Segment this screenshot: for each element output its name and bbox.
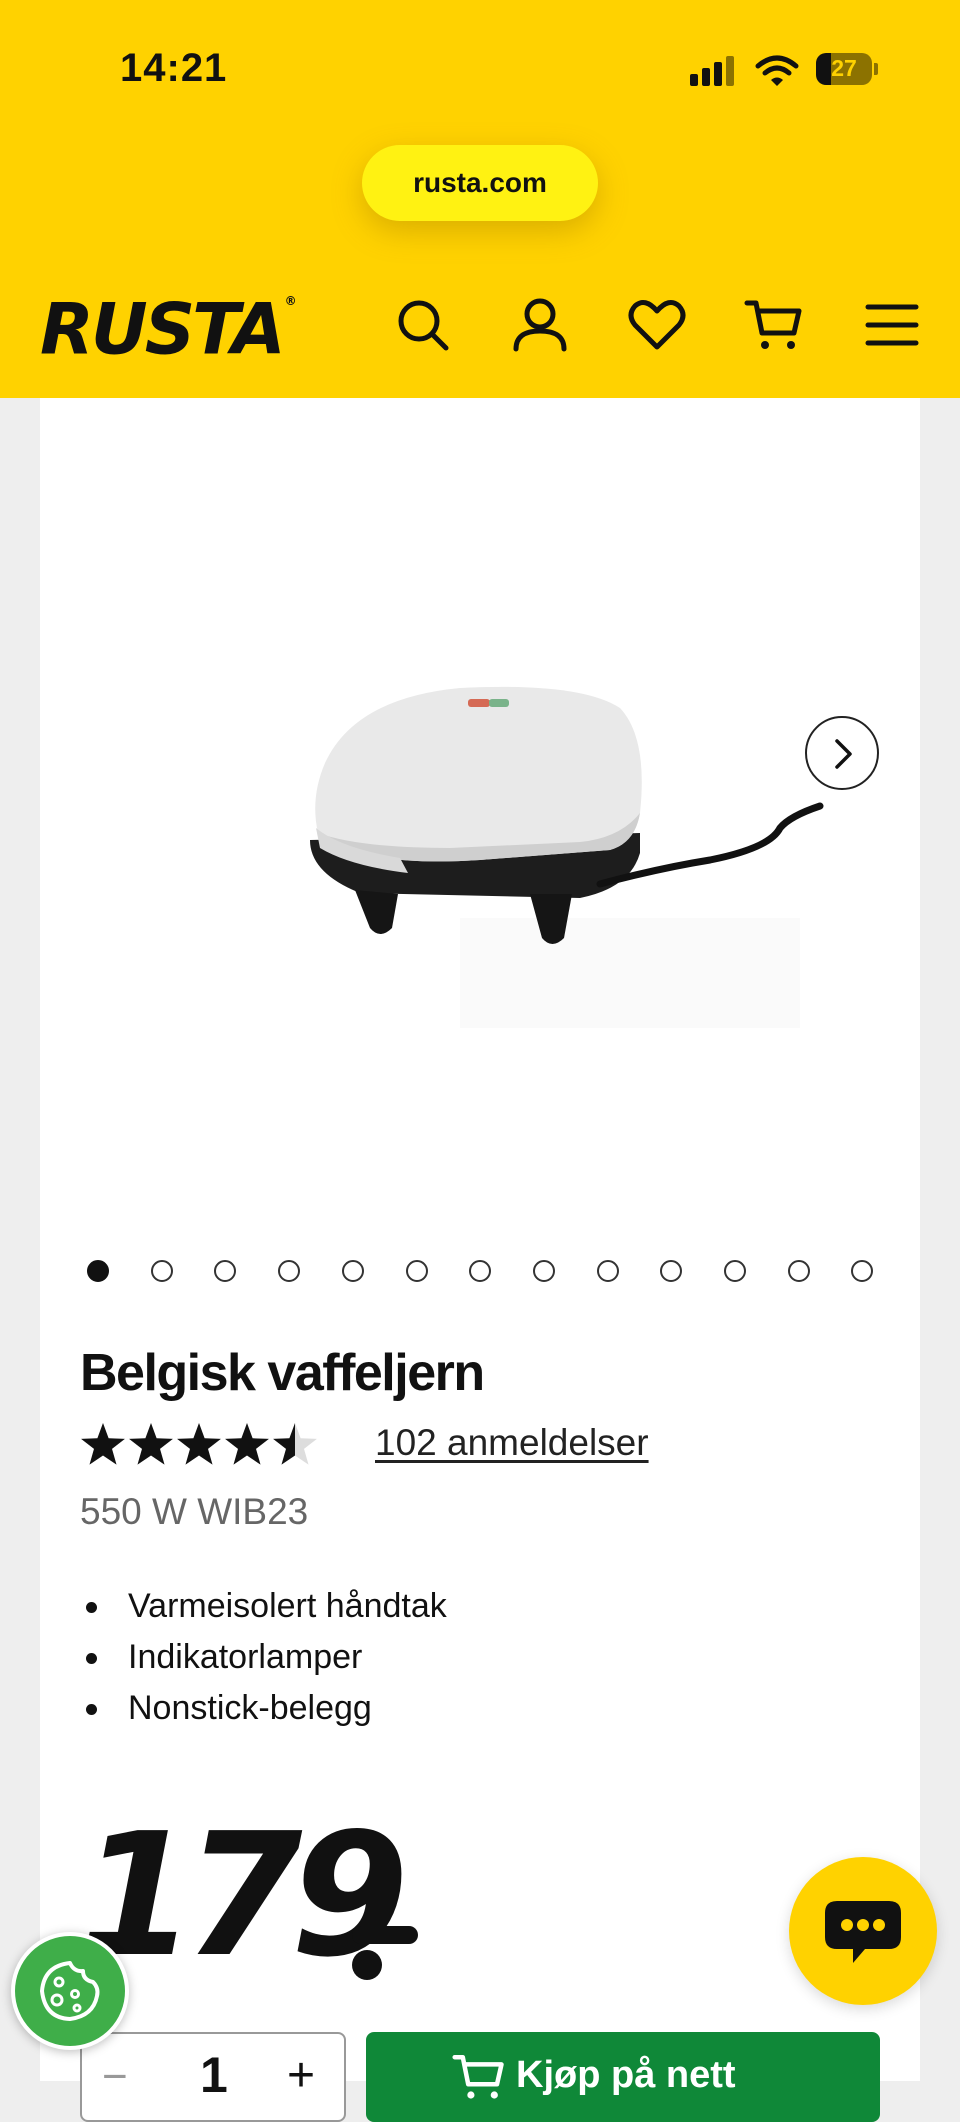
quantity-stepper: − 1 + bbox=[80, 2032, 346, 2122]
favorites-icon[interactable] bbox=[627, 295, 687, 355]
feature-list: Varmeisolert håndtak Indikatorlamper Non… bbox=[80, 1581, 447, 1734]
chat-button[interactable] bbox=[789, 1857, 937, 2005]
product-image-waffle-iron[interactable] bbox=[280, 598, 860, 1038]
gallery-dot[interactable] bbox=[278, 1260, 300, 1282]
quantity-decrease-button[interactable]: − bbox=[102, 2052, 128, 2102]
gallery-pagination bbox=[87, 1256, 887, 1288]
account-icon[interactable] bbox=[510, 295, 570, 355]
gallery-dot[interactable] bbox=[724, 1260, 746, 1282]
quantity-value[interactable]: 1 bbox=[200, 2046, 228, 2104]
rating-star-icon bbox=[273, 1423, 317, 1465]
cookie-icon bbox=[40, 1961, 100, 2021]
price-dash bbox=[352, 1926, 418, 1944]
price-dot bbox=[352, 1950, 382, 1980]
reviews-link[interactable]: 102 anmeldelser bbox=[375, 1422, 649, 1464]
rating-star-icon bbox=[177, 1423, 221, 1465]
menu-icon[interactable] bbox=[862, 295, 922, 355]
gallery-dot[interactable] bbox=[533, 1260, 555, 1282]
rating-star-icon bbox=[225, 1423, 269, 1465]
rating-star-icon bbox=[81, 1423, 125, 1465]
gallery-dot[interactable] bbox=[87, 1260, 109, 1282]
rating-row: 102 anmeldelser bbox=[80, 1416, 840, 1472]
status-icons: 27 bbox=[686, 48, 886, 94]
buy-online-label: Kjøp på nett bbox=[516, 2054, 736, 2096]
feature-item: Nonstick-belegg bbox=[80, 1683, 447, 1734]
search-icon[interactable] bbox=[393, 295, 453, 355]
buy-online-button[interactable]: Kjøp på nett bbox=[366, 2032, 880, 2122]
site-header: 14:21 27 rusta.com RUSTA ® bbox=[0, 0, 960, 398]
battery-icon: 27 bbox=[816, 53, 872, 85]
gallery-dot[interactable] bbox=[851, 1260, 873, 1282]
feature-item: Indikatorlamper bbox=[80, 1632, 447, 1683]
gallery-next-button[interactable] bbox=[805, 716, 879, 790]
gallery-dot[interactable] bbox=[214, 1260, 236, 1282]
chat-bubble-icon bbox=[825, 1901, 901, 1963]
quantity-increase-button[interactable]: + bbox=[287, 2048, 315, 2103]
gallery-dot[interactable] bbox=[660, 1260, 682, 1282]
feature-item: Varmeisolert håndtak bbox=[80, 1581, 447, 1632]
product-title: Belgisk vaffeljern bbox=[80, 1344, 485, 1402]
gallery-dot[interactable] bbox=[469, 1260, 491, 1282]
gallery-dot[interactable] bbox=[151, 1260, 173, 1282]
battery-level: 27 bbox=[831, 55, 857, 81]
cart-icon bbox=[452, 2054, 504, 2099]
gallery-dot[interactable] bbox=[406, 1260, 428, 1282]
gallery-dot[interactable] bbox=[788, 1260, 810, 1282]
status-time: 14:21 bbox=[120, 46, 228, 90]
gallery-dot[interactable] bbox=[342, 1260, 364, 1282]
chevron-right-icon bbox=[835, 739, 852, 769]
rating-star-icon bbox=[129, 1423, 173, 1465]
product-price: 179 bbox=[78, 1797, 409, 1995]
product-model: 550 W WIB23 bbox=[80, 1491, 309, 1532]
rusta-logo[interactable]: RUSTA ® bbox=[40, 285, 297, 369]
cart-icon[interactable] bbox=[744, 295, 804, 355]
wifi-icon bbox=[755, 55, 799, 86]
url-bar[interactable]: rusta.com bbox=[362, 145, 598, 221]
cookie-settings-button[interactable] bbox=[11, 1932, 129, 2050]
gallery-dot[interactable] bbox=[597, 1260, 619, 1282]
star-rating bbox=[81, 1423, 317, 1465]
product-card: Belgisk vaffeljern 102 anmeldelser 550 W… bbox=[40, 398, 920, 2122]
